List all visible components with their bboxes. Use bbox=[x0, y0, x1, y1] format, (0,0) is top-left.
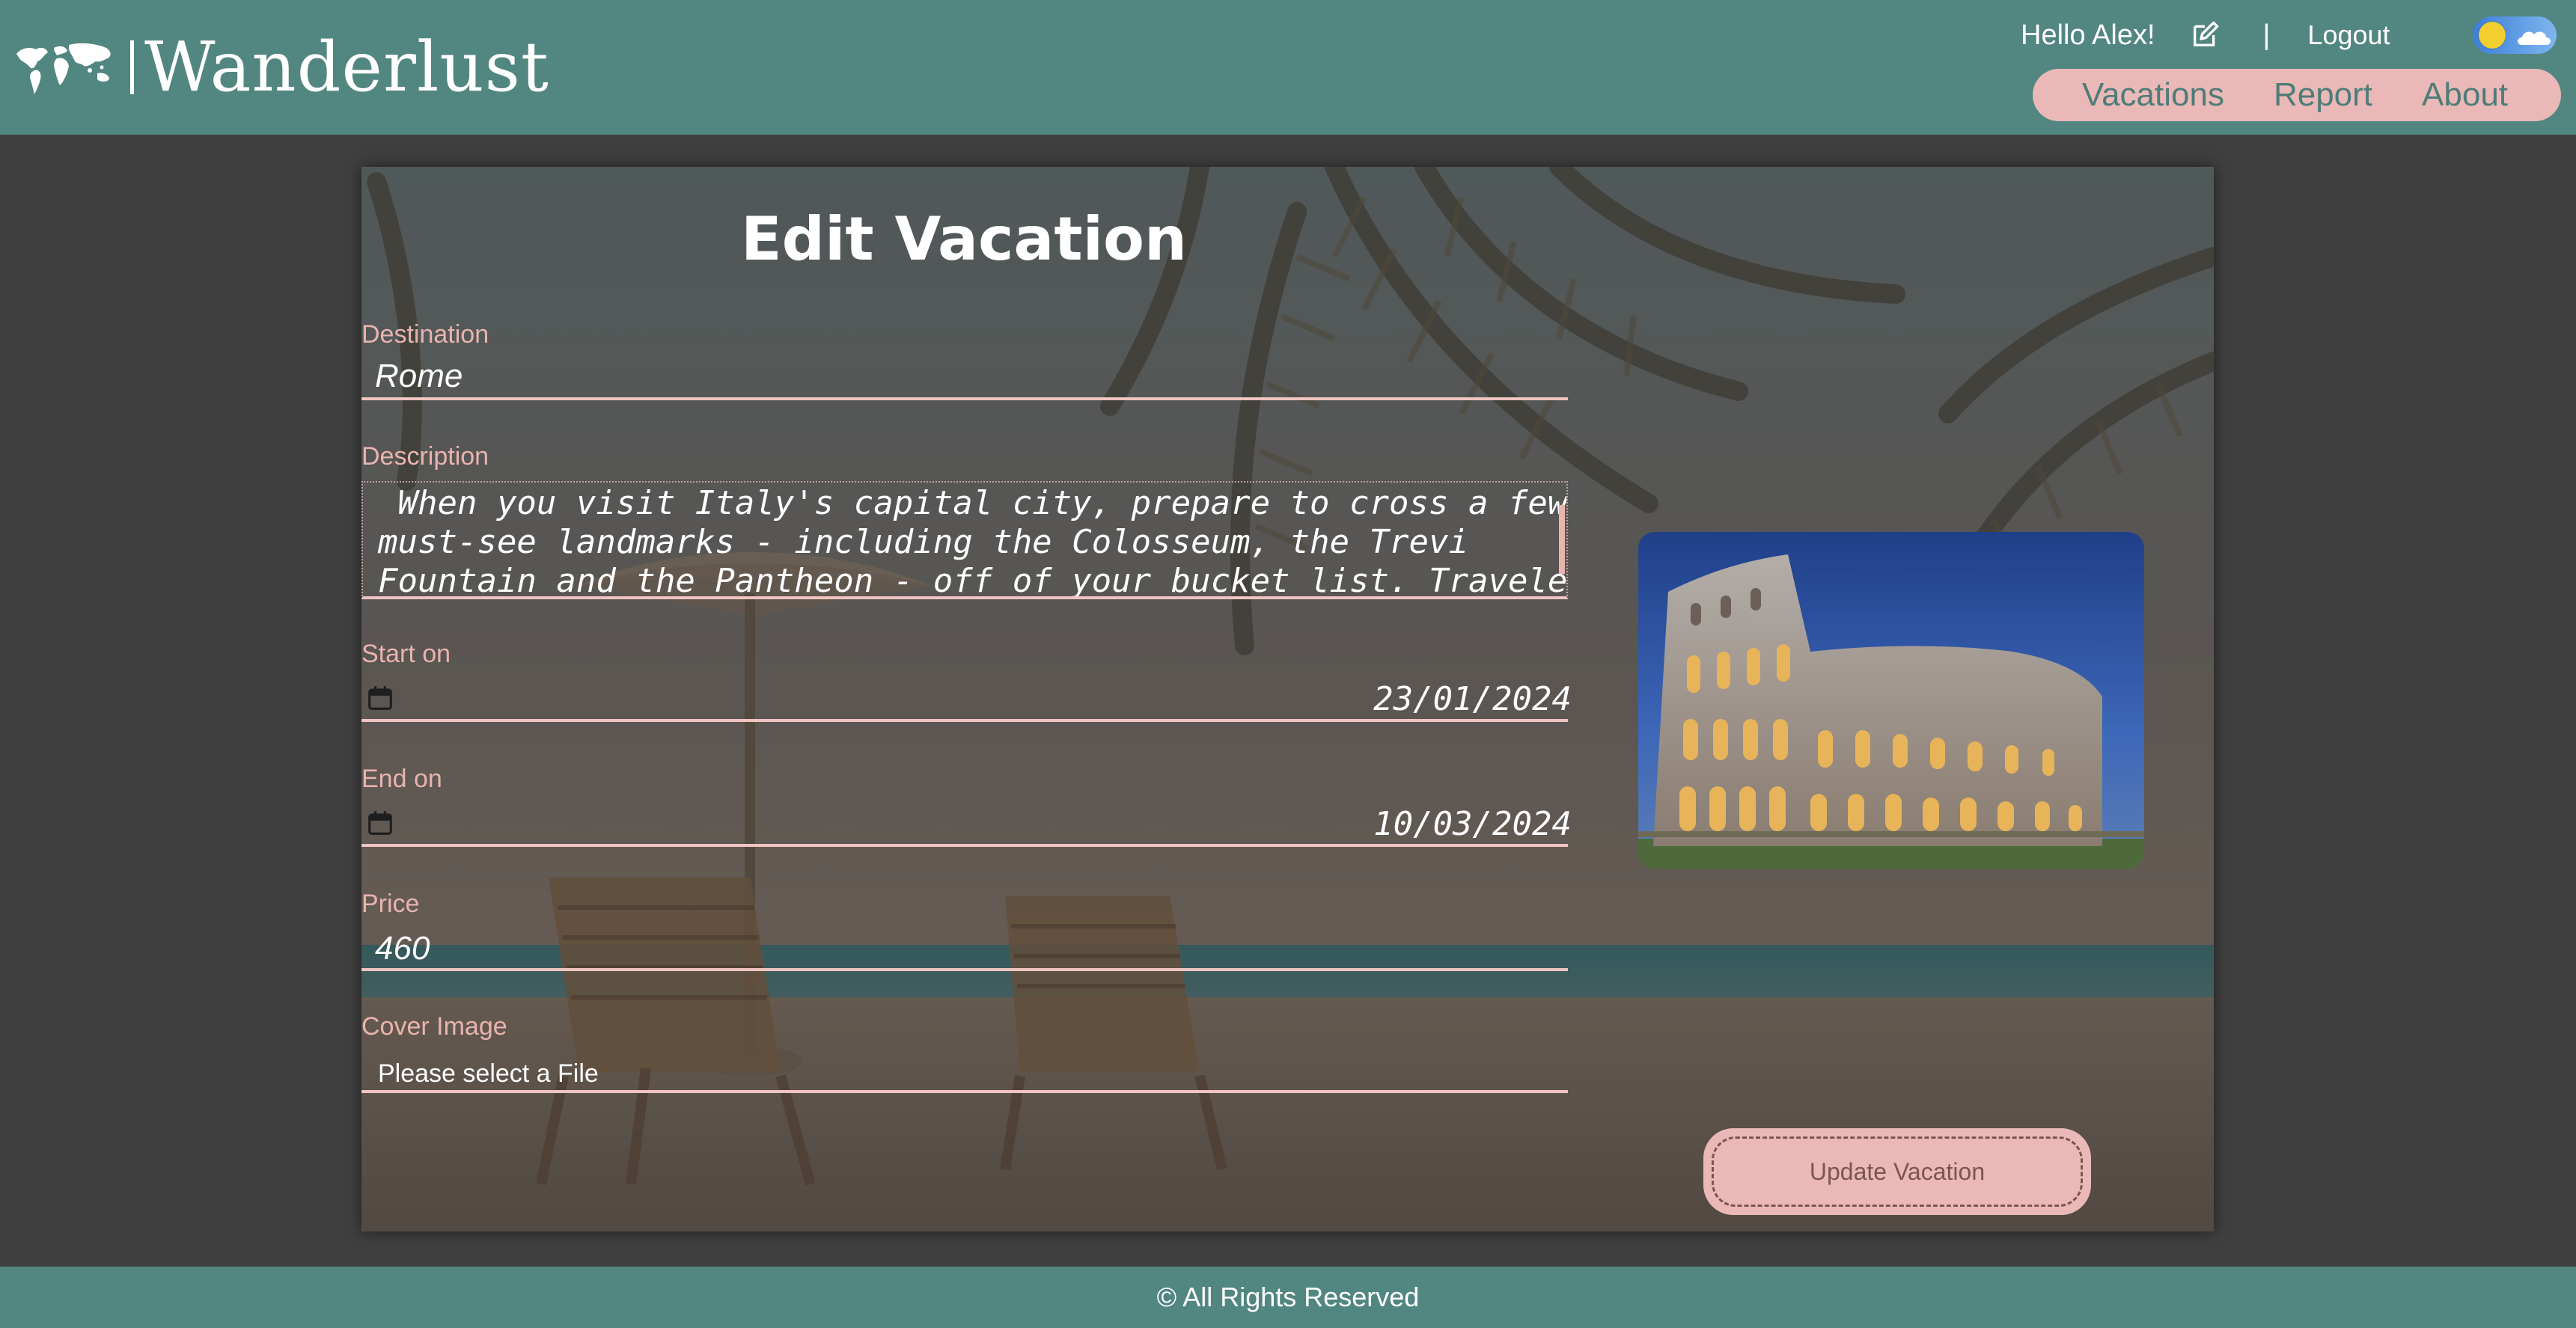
price-label: Price bbox=[361, 890, 420, 918]
nav-vacations[interactable]: Vacations bbox=[2082, 76, 2224, 114]
update-vacation-label: Update Vacation bbox=[1809, 1157, 1986, 1185]
destination-label: Destination bbox=[361, 320, 489, 349]
end-date-underline bbox=[361, 844, 1568, 847]
destination-underline bbox=[361, 397, 1568, 400]
user-bar-separator: | bbox=[2262, 19, 2271, 51]
end-date-label: End on bbox=[361, 765, 442, 793]
start-date-underline bbox=[361, 719, 1568, 722]
world-map-icon bbox=[16, 43, 111, 94]
cloud-icon bbox=[2518, 31, 2551, 45]
calendar-icon[interactable] bbox=[366, 808, 394, 838]
edit-vacation-card: Edit Vacation Destination Rome Descripti… bbox=[361, 167, 2214, 1231]
footer: © All Rights Reserved bbox=[0, 1267, 2576, 1328]
cover-image-preview bbox=[1638, 532, 2144, 869]
logout-link[interactable]: Logout bbox=[2307, 19, 2390, 51]
description-label: Description bbox=[361, 442, 489, 471]
price-underline bbox=[361, 968, 1568, 971]
logo[interactable]: Wanderlust bbox=[13, 30, 549, 105]
copyright-text: © All Rights Reserved bbox=[1156, 1282, 1420, 1312]
start-date-input[interactable]: 23/01/2024 bbox=[1373, 680, 1572, 718]
update-vacation-button[interactable]: Update Vacation bbox=[1703, 1128, 2091, 1215]
description-scrollbar[interactable] bbox=[1559, 505, 1565, 574]
brand-name: Wanderlust bbox=[144, 27, 549, 107]
greeting-text: Hello Alex! bbox=[2021, 19, 2155, 51]
nav-about[interactable]: About bbox=[2422, 76, 2508, 114]
cover-image-label: Cover Image bbox=[361, 1012, 507, 1041]
form-title: Edit Vacation bbox=[741, 204, 1187, 274]
sun-icon bbox=[2479, 22, 2506, 49]
end-date-input[interactable]: 10/03/2024 bbox=[1373, 805, 1572, 843]
cover-image-underline bbox=[361, 1090, 1568, 1093]
user-bar: Hello Alex! | Logout bbox=[2021, 13, 2390, 57]
nav-report[interactable]: Report bbox=[2274, 76, 2372, 114]
colosseum-image bbox=[1638, 532, 2144, 869]
description-textarea[interactable]: When you visit Italy's capital city, pre… bbox=[361, 481, 1568, 599]
calendar-icon[interactable] bbox=[366, 683, 394, 713]
destination-input[interactable]: Rome bbox=[375, 358, 463, 395]
price-input[interactable]: 460 bbox=[375, 930, 430, 967]
logo-divider bbox=[130, 40, 134, 94]
edit-icon[interactable] bbox=[2190, 20, 2220, 50]
start-date-label: Start on bbox=[361, 640, 451, 668]
description-text: When you visit Italy's capital city, pre… bbox=[378, 484, 1568, 599]
top-header: Wanderlust Hello Alex! | Logout Vacation… bbox=[0, 0, 2576, 135]
cover-image-file-input[interactable]: Please select a File bbox=[378, 1059, 599, 1089]
theme-toggle[interactable] bbox=[2473, 16, 2557, 54]
main-nav: Vacations Report About bbox=[2033, 69, 2561, 121]
